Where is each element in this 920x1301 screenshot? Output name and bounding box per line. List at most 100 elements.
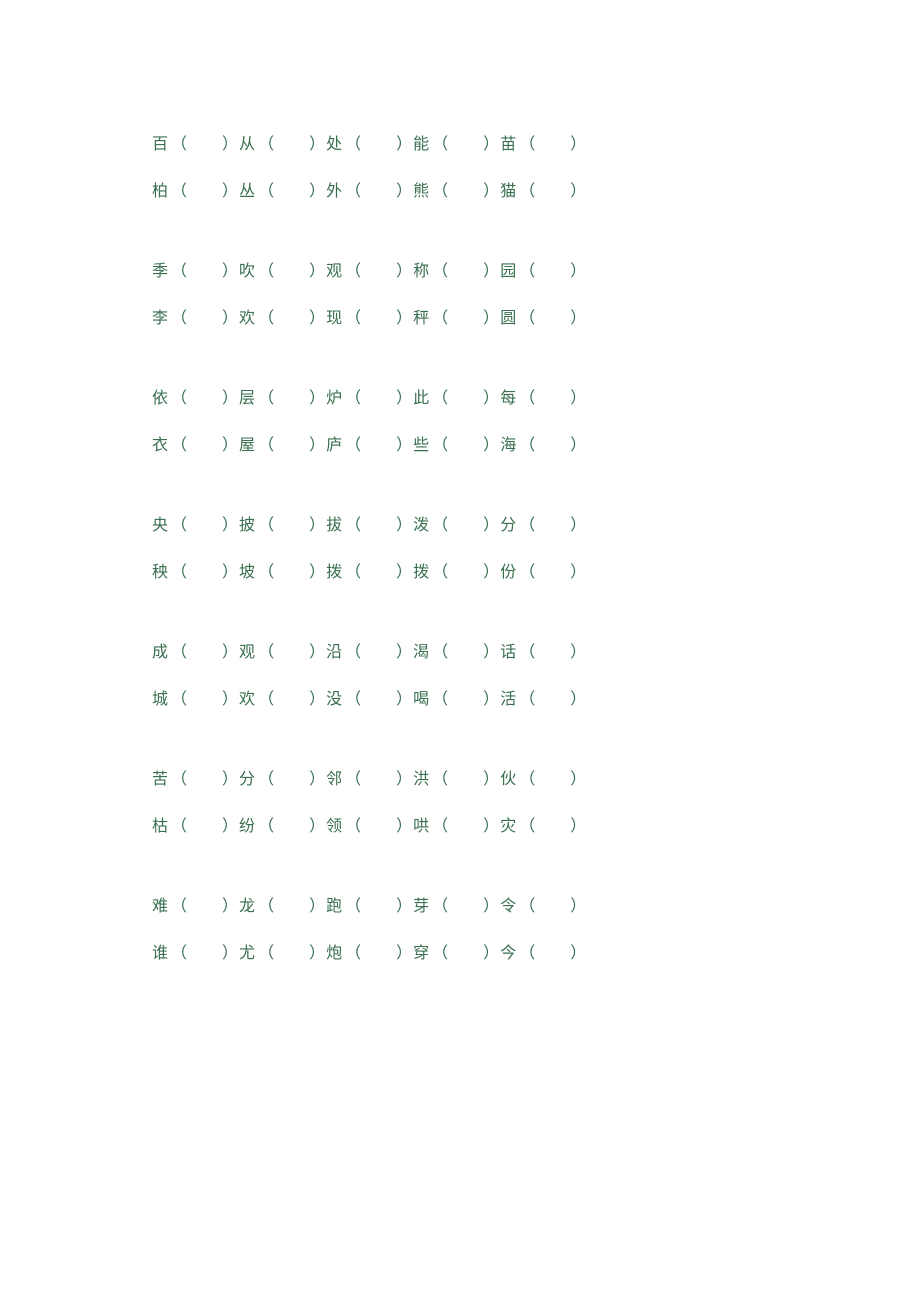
paren-open: （: [171, 558, 188, 582]
paren-open: （: [432, 812, 449, 836]
paren-close: ）: [483, 765, 500, 789]
chinese-character: 拔: [326, 511, 343, 535]
paren-close: ）: [222, 685, 239, 709]
character-cell: 渴（）: [413, 638, 500, 662]
paren-close: ）: [570, 685, 587, 709]
paren-open: （: [519, 638, 536, 662]
character-cell: 喝（）: [413, 685, 500, 709]
paren-close: ）: [570, 939, 587, 963]
paren-close: ）: [570, 558, 587, 582]
paren-close: ）: [396, 304, 413, 328]
chinese-character: 现: [326, 304, 343, 328]
character-cell: 观（）: [326, 257, 413, 281]
chinese-character: 枯: [152, 812, 169, 836]
character-cell: 衣（）: [152, 431, 239, 455]
paren-open: （: [171, 939, 188, 963]
chinese-character: 炮: [326, 939, 343, 963]
paren-close: ）: [309, 511, 326, 535]
chinese-character: 此: [413, 384, 430, 408]
paren-open: （: [171, 177, 188, 201]
character-cell: 李（）: [152, 304, 239, 328]
chinese-character: 领: [326, 812, 343, 836]
paren-close: ）: [309, 685, 326, 709]
paren-close: ）: [309, 765, 326, 789]
paren-open: （: [258, 511, 275, 535]
paren-close: ）: [222, 812, 239, 836]
paren-open: （: [171, 685, 188, 709]
character-cell: 炮（）: [326, 939, 413, 963]
chinese-character: 吹: [239, 257, 256, 281]
character-row: 百（）从（）处（）能（）苗（）: [152, 130, 780, 154]
paren-close: ）: [396, 384, 413, 408]
paren-open: （: [432, 558, 449, 582]
chinese-character: 季: [152, 257, 169, 281]
character-cell: 苗（）: [500, 130, 587, 154]
paren-close: ）: [222, 511, 239, 535]
character-cell: 秧（）: [152, 558, 239, 582]
character-cell: 龙（）: [239, 892, 326, 916]
character-cell: 海（）: [500, 431, 587, 455]
character-cell: 央（）: [152, 511, 239, 535]
paren-open: （: [171, 765, 188, 789]
chinese-character: 渴: [413, 638, 430, 662]
character-group: 央（）披（）拔（）泼（）分（）秧（）坡（）拨（）拨（）份（）: [152, 511, 780, 582]
character-cell: 此（）: [413, 384, 500, 408]
paren-close: ）: [309, 304, 326, 328]
character-cell: 秤（）: [413, 304, 500, 328]
paren-close: ）: [483, 939, 500, 963]
chinese-character: 令: [500, 892, 517, 916]
chinese-character: 秤: [413, 304, 430, 328]
paren-close: ）: [222, 939, 239, 963]
character-cell: 纷（）: [239, 812, 326, 836]
paren-open: （: [345, 892, 362, 916]
character-cell: 份（）: [500, 558, 587, 582]
paren-open: （: [432, 431, 449, 455]
paren-close: ）: [309, 558, 326, 582]
character-cell: 猫（）: [500, 177, 587, 201]
character-cell: 披（）: [239, 511, 326, 535]
character-row: 央（）披（）拔（）泼（）分（）: [152, 511, 780, 535]
paren-open: （: [345, 130, 362, 154]
paren-close: ）: [309, 892, 326, 916]
character-cell: 称（）: [413, 257, 500, 281]
chinese-character: 穿: [413, 939, 430, 963]
paren-open: （: [171, 257, 188, 281]
character-cell: 庐（）: [326, 431, 413, 455]
paren-close: ）: [396, 257, 413, 281]
chinese-character: 沿: [326, 638, 343, 662]
chinese-character: 份: [500, 558, 517, 582]
paren-close: ）: [396, 431, 413, 455]
paren-close: ）: [570, 177, 587, 201]
paren-close: ）: [396, 511, 413, 535]
paren-open: （: [519, 939, 536, 963]
character-row: 苦（）分（）邻（）洪（）伙（）: [152, 765, 780, 789]
character-row: 季（）吹（）观（）称（）园（）: [152, 257, 780, 281]
character-cell: 穿（）: [413, 939, 500, 963]
paren-close: ）: [483, 384, 500, 408]
paren-open: （: [519, 384, 536, 408]
character-cell: 园（）: [500, 257, 587, 281]
paren-close: ）: [570, 257, 587, 281]
paren-open: （: [345, 511, 362, 535]
character-group: 依（）层（）炉（）此（）每（）衣（）屋（）庐（）些（）海（）: [152, 384, 780, 455]
paren-open: （: [258, 939, 275, 963]
paren-open: （: [432, 685, 449, 709]
character-group: 苦（）分（）邻（）洪（）伙（）枯（）纷（）领（）哄（）灾（）: [152, 765, 780, 836]
character-cell: 些（）: [413, 431, 500, 455]
chinese-character: 活: [500, 685, 517, 709]
paren-open: （: [432, 130, 449, 154]
chinese-character: 没: [326, 685, 343, 709]
chinese-character: 难: [152, 892, 169, 916]
paren-open: （: [258, 431, 275, 455]
paren-close: ）: [309, 257, 326, 281]
chinese-character: 观: [326, 257, 343, 281]
paren-open: （: [519, 130, 536, 154]
chinese-character: 龙: [239, 892, 256, 916]
paren-open: （: [258, 177, 275, 201]
character-cell: 领（）: [326, 812, 413, 836]
paren-close: ）: [309, 130, 326, 154]
chinese-character: 处: [326, 130, 343, 154]
character-cell: 吹（）: [239, 257, 326, 281]
paren-close: ）: [396, 939, 413, 963]
chinese-character: 央: [152, 511, 169, 535]
